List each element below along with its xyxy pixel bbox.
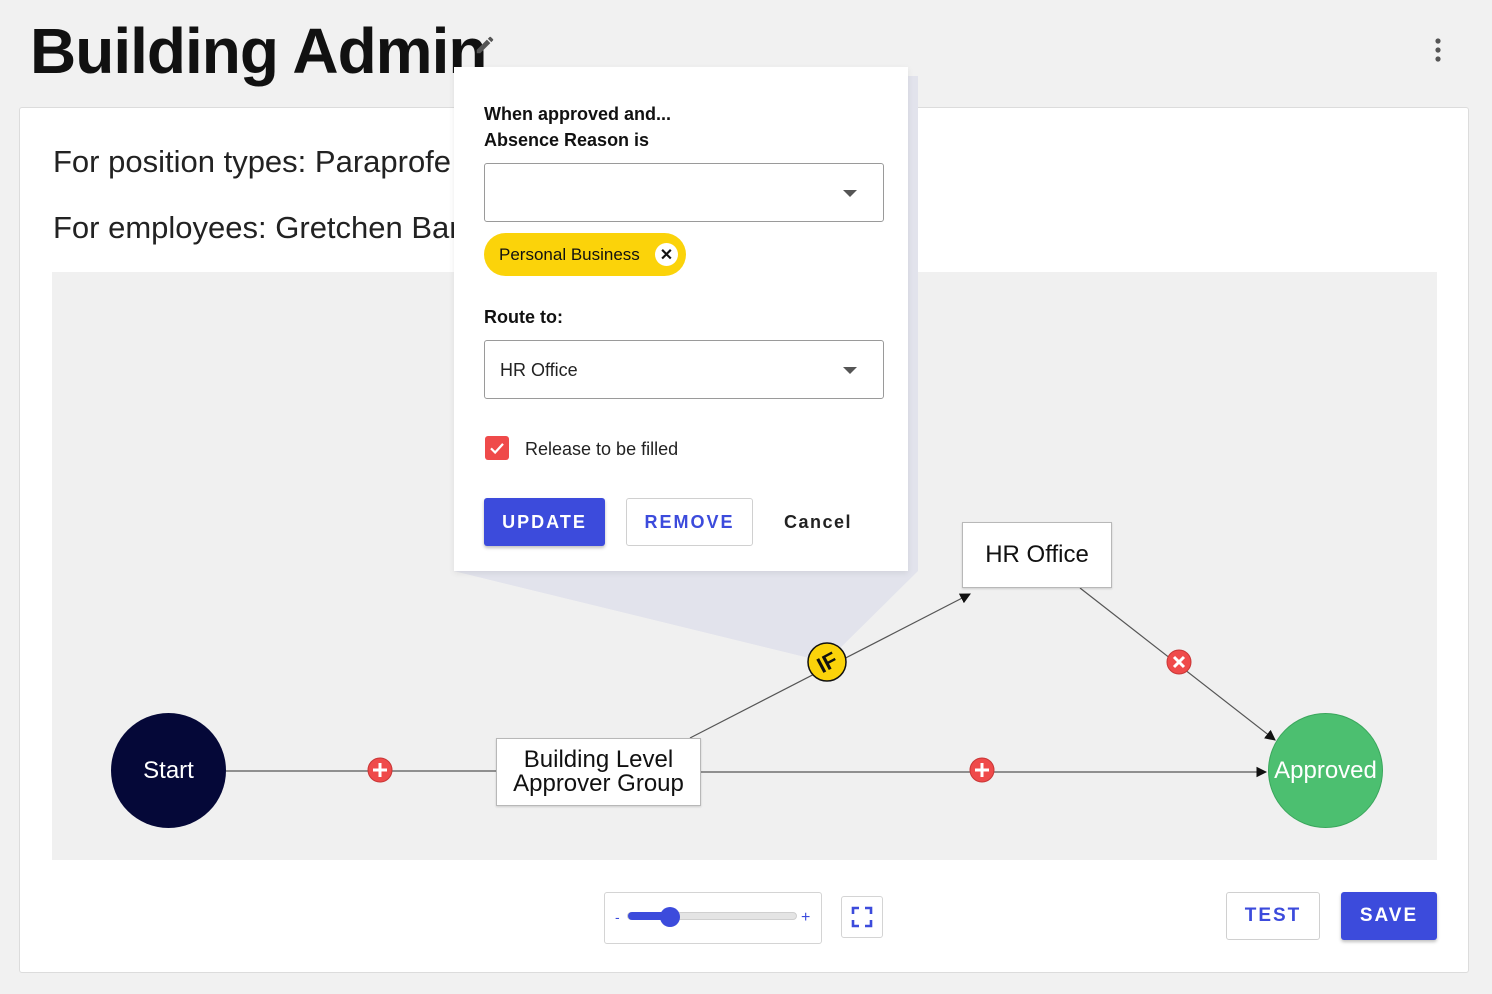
absence-reason-label: Absence Reason is: [484, 130, 650, 150]
route-to-label: Route to:: [484, 307, 563, 327]
zoom-control: - +: [604, 892, 822, 944]
approver-group-line2: Approver Group: [513, 770, 684, 797]
fit-to-screen-button[interactable]: [841, 896, 883, 938]
popover-heading: When approved and...: [484, 104, 672, 124]
fullscreen-icon: [851, 906, 873, 928]
condition-popover: When approved and... Absence Reason is P…: [454, 67, 908, 571]
zoom-slider-thumb[interactable]: [660, 907, 680, 927]
chevron-down-icon: [843, 367, 857, 374]
absence-reason-select[interactable]: [484, 163, 884, 222]
remove-step-icon[interactable]: [1166, 649, 1192, 675]
hr-office-node[interactable]: HR Office: [962, 522, 1112, 588]
route-to-value: HR Office: [500, 360, 578, 380]
cancel-button[interactable]: Cancel: [770, 498, 866, 546]
update-button[interactable]: UPDATE: [484, 498, 605, 546]
zoom-slider[interactable]: [627, 907, 797, 927]
approver-group-node[interactable]: Building Level Approver Group: [496, 738, 701, 806]
save-button[interactable]: SAVE: [1341, 892, 1437, 940]
check-icon: [490, 443, 504, 455]
start-node[interactable]: Start: [111, 713, 226, 828]
chevron-down-icon: [843, 190, 857, 197]
zoom-out-button[interactable]: -: [615, 909, 620, 925]
chip-label: Personal Business: [499, 244, 640, 264]
add-step-icon[interactable]: [367, 757, 393, 783]
add-step-icon[interactable]: [969, 757, 995, 783]
approved-node[interactable]: Approved: [1268, 713, 1383, 828]
selected-reason-chip: Personal Business ✕: [484, 233, 686, 276]
approver-group-line1: Building Level: [523, 746, 674, 773]
if-condition-icon[interactable]: IF: [807, 642, 847, 682]
remove-button[interactable]: REMOVE: [626, 498, 753, 546]
zoom-in-button[interactable]: +: [801, 909, 810, 927]
release-checkbox-label: Release to be filled: [525, 439, 679, 459]
route-to-select[interactable]: HR Office: [484, 340, 884, 399]
close-icon[interactable]: ✕: [655, 243, 678, 266]
release-checkbox[interactable]: [485, 436, 509, 460]
test-button[interactable]: TEST: [1226, 892, 1320, 940]
